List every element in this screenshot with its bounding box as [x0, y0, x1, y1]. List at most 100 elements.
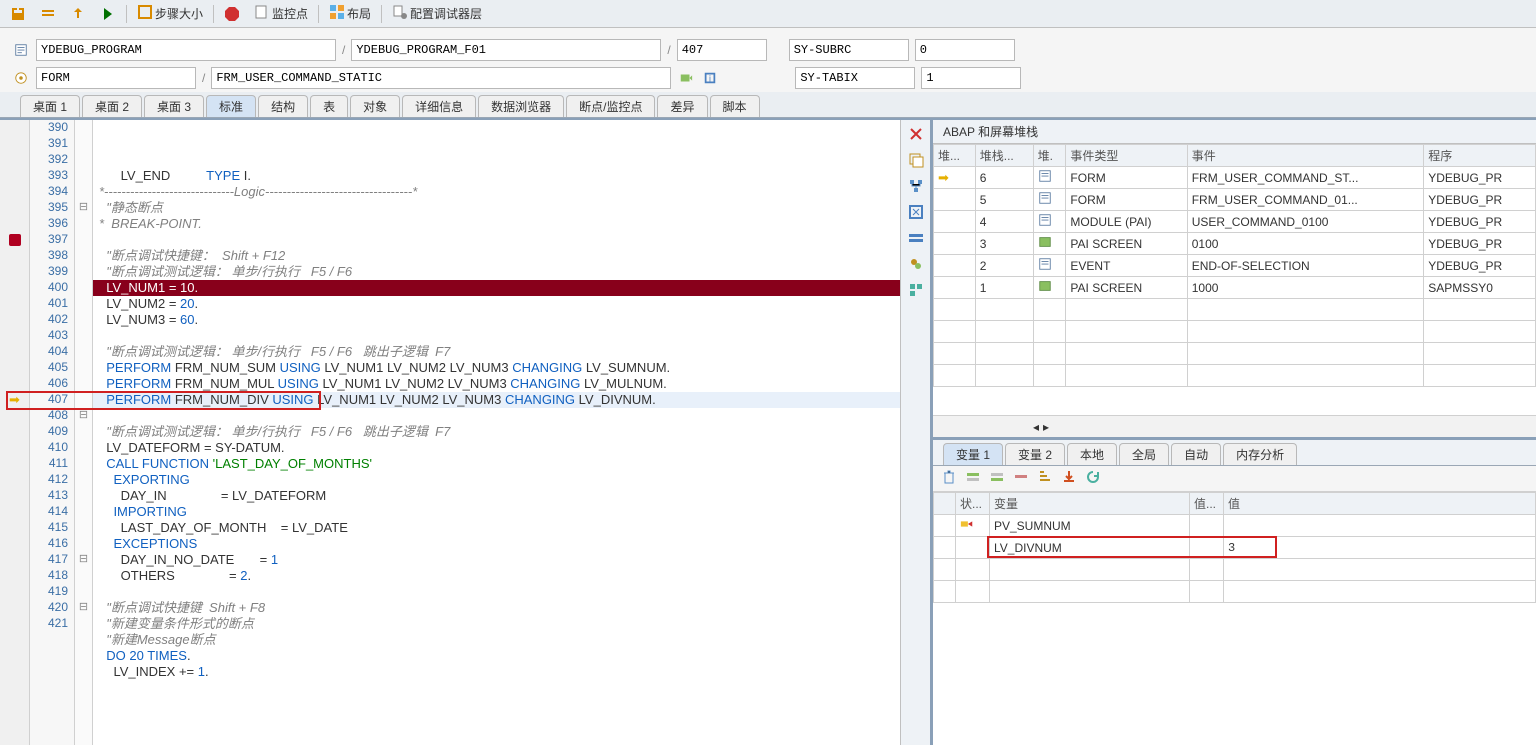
- fold-toggle[interactable]: ⊟: [75, 408, 92, 424]
- services-icon[interactable]: [906, 228, 926, 248]
- step-out-icon[interactable]: [66, 3, 90, 25]
- tab-对象[interactable]: 对象: [350, 95, 400, 117]
- tab-详细信息[interactable]: 详细信息: [402, 95, 476, 117]
- fold-toggle[interactable]: ⊟: [75, 552, 92, 568]
- tab-结构[interactable]: 结构: [258, 95, 308, 117]
- col-header[interactable]: 程序: [1424, 145, 1536, 167]
- fold-toggle[interactable]: ⊟: [75, 200, 92, 216]
- nav-left-icon[interactable]: ◂: [1033, 420, 1039, 434]
- export-icon[interactable]: [1061, 469, 1077, 488]
- table-row[interactable]: 2EVENTEND-OF-SELECTIONYDEBUG_PR: [934, 255, 1536, 277]
- append-row-icon[interactable]: [989, 469, 1005, 488]
- fold-toggle[interactable]: ⊟: [75, 600, 92, 616]
- info-icon[interactable]: i: [701, 69, 719, 87]
- code-line[interactable]: PERFORM FRM_NUM_MUL USING LV_NUM1 LV_NUM…: [93, 376, 900, 392]
- table-row[interactable]: 3PAI SCREEN0100YDEBUG_PR: [934, 233, 1536, 255]
- watchpoint-button[interactable]: 监控点: [250, 3, 312, 25]
- tab-桌面 3[interactable]: 桌面 3: [144, 95, 204, 117]
- tab-断点/监控点[interactable]: 断点/监控点: [566, 95, 655, 117]
- code-line[interactable]: LV_NUM1 = 10.: [93, 280, 900, 296]
- line-number-field[interactable]: [677, 39, 767, 61]
- col-header[interactable]: 事件: [1187, 145, 1423, 167]
- step-over-icon[interactable]: [36, 3, 60, 25]
- settings-icon[interactable]: [906, 280, 926, 300]
- code-line[interactable]: [93, 232, 900, 248]
- code-line[interactable]: LV_NUM2 = 20.: [93, 296, 900, 312]
- code-line[interactable]: "断点调试测试逻辑： 单步/行执行 F5 / F6: [93, 264, 900, 280]
- code-line[interactable]: DAY_IN = LV_DATEFORM: [93, 488, 900, 504]
- tree-icon[interactable]: [906, 176, 926, 196]
- code-line[interactable]: LV_INDEX += 1.: [93, 664, 900, 680]
- table-row[interactable]: 5FORMFRM_USER_COMMAND_01...YDEBUG_PR: [934, 189, 1536, 211]
- code-line[interactable]: LV_NUM3 = 60.: [93, 312, 900, 328]
- code-line[interactable]: "断点调试快捷键 Shift + F8: [93, 600, 900, 616]
- code-line[interactable]: *------------------------------Logic----…: [93, 184, 900, 200]
- col-header[interactable]: 堆栈...: [975, 145, 1033, 167]
- nav-right-icon[interactable]: ▸: [1043, 420, 1049, 434]
- tab-表[interactable]: 表: [310, 95, 348, 117]
- include-program-field[interactable]: [351, 39, 661, 61]
- code-line[interactable]: LV_DATEFORM = SY-DATUM.: [93, 440, 900, 456]
- tab-脚本[interactable]: 脚本: [710, 95, 760, 117]
- code-line[interactable]: "断点调试测试逻辑： 单步/行执行 F5 / F6 跳出子逻辑 F7: [93, 424, 900, 440]
- code-line[interactable]: LV_END TYPE I.: [93, 168, 900, 184]
- nav-back-icon[interactable]: [677, 69, 695, 87]
- continue-icon[interactable]: [96, 3, 120, 25]
- code-line[interactable]: [93, 584, 900, 600]
- table-row[interactable]: 4MODULE (PAI)USER_COMMAND_0100YDEBUG_PR: [934, 211, 1536, 233]
- table-row[interactable]: 1PAI SCREEN1000SAPMSSY0: [934, 277, 1536, 299]
- col-header[interactable]: 值: [1224, 493, 1536, 515]
- code-line[interactable]: "断点调试快捷键： Shift + F12: [93, 248, 900, 264]
- sort-asc-icon[interactable]: [1037, 469, 1053, 488]
- insert-row-icon[interactable]: [965, 469, 981, 488]
- layout-button[interactable]: 布局: [325, 3, 375, 25]
- block-name-field[interactable]: [211, 67, 671, 89]
- vartab-自动[interactable]: 自动: [1171, 443, 1221, 465]
- tab-桌面 2[interactable]: 桌面 2: [82, 95, 142, 117]
- vartab-变量 1[interactable]: 变量 1: [943, 443, 1003, 465]
- code-line[interactable]: LAST_DAY_OF_MONTH = LV_DATE: [93, 520, 900, 536]
- code-line[interactable]: DO 20 TIMES.: [93, 648, 900, 664]
- code-line[interactable]: "断点调试测试逻辑： 单步/行执行 F5 / F6 跳出子逻辑 F7: [93, 344, 900, 360]
- col-header[interactable]: 堆...: [934, 145, 976, 167]
- code-line[interactable]: "新建变量条件形式的断点: [93, 616, 900, 632]
- close-panel-icon[interactable]: [906, 124, 926, 144]
- main-program-field[interactable]: [36, 39, 336, 61]
- code-line[interactable]: OTHERS = 2.: [93, 568, 900, 584]
- tab-差异[interactable]: 差异: [657, 95, 707, 117]
- delete-row-icon[interactable]: [1013, 469, 1029, 488]
- refresh-icon[interactable]: [1085, 469, 1101, 488]
- table-row[interactable]: 6FORMFRM_USER_COMMAND_ST...YDEBUG_PR: [934, 167, 1536, 189]
- table-row[interactable]: PV_SUMNUM: [934, 515, 1536, 537]
- step-into-icon[interactable]: [6, 3, 30, 25]
- code-line[interactable]: DAY_IN_NO_DATE = 1: [93, 552, 900, 568]
- code-line[interactable]: IMPORTING: [93, 504, 900, 520]
- code-line[interactable]: [93, 328, 900, 344]
- breakpoint-icon[interactable]: [9, 234, 21, 246]
- code-line[interactable]: PERFORM FRM_NUM_SUM USING LV_NUM1 LV_NUM…: [93, 360, 900, 376]
- code-line[interactable]: "新建Message断点: [93, 632, 900, 648]
- block-type-field[interactable]: [36, 67, 196, 89]
- code-line[interactable]: EXPORTING: [93, 472, 900, 488]
- vartab-变量 2[interactable]: 变量 2: [1005, 443, 1065, 465]
- delete-icon[interactable]: [941, 469, 957, 488]
- tab-标准[interactable]: 标准: [206, 95, 256, 117]
- variables-table[interactable]: 状...变量值...值 PV_SUMNUMLV_DIVNUM 3: [933, 492, 1536, 603]
- table-row[interactable]: LV_DIVNUM 3: [934, 537, 1536, 559]
- code-line[interactable]: CALL FUNCTION 'LAST_DAY_OF_MONTHS': [93, 456, 900, 472]
- code-line[interactable]: "静态断点: [93, 200, 900, 216]
- col-header[interactable]: 状...: [956, 493, 990, 515]
- code-body[interactable]: LV_END TYPE I.*-------------------------…: [93, 120, 900, 745]
- col-header[interactable]: 事件类型: [1066, 145, 1187, 167]
- tab-数据浏览器[interactable]: 数据浏览器: [478, 95, 564, 117]
- tab-桌面 1[interactable]: 桌面 1: [20, 95, 80, 117]
- vartab-全局[interactable]: 全局: [1119, 443, 1169, 465]
- stop-icon[interactable]: [220, 3, 244, 25]
- history-icon[interactable]: [906, 254, 926, 274]
- col-header[interactable]: 变量: [990, 493, 1190, 515]
- code-line[interactable]: [93, 408, 900, 424]
- code-line[interactable]: EXCEPTIONS: [93, 536, 900, 552]
- vartab-本地[interactable]: 本地: [1067, 443, 1117, 465]
- code-line[interactable]: * BREAK-POINT.: [93, 216, 900, 232]
- col-header[interactable]: 值...: [1190, 493, 1224, 515]
